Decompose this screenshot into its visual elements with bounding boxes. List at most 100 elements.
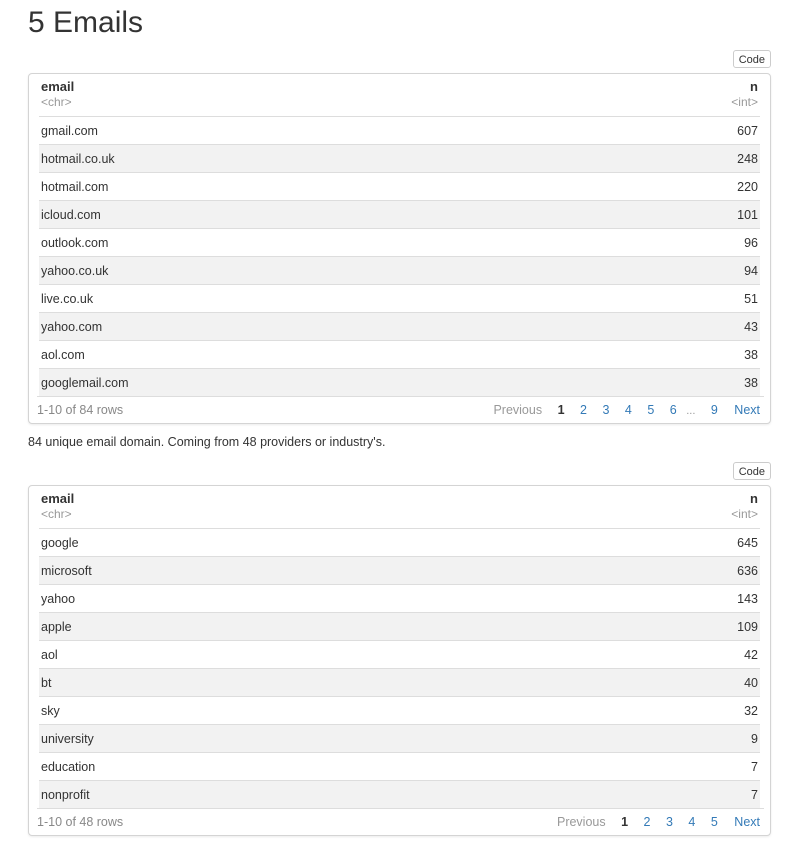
page-button[interactable]: 5 (647, 398, 654, 422)
table-body: google 645 microsoft 636 yahoo 143 apple 109 aol… (39, 528, 760, 808)
cell-n: 101 (578, 200, 760, 229)
cell-email: google (39, 528, 512, 557)
cell-n: 7 (511, 752, 760, 781)
cell-email: education (39, 752, 512, 781)
code-button[interactable]: Code (732, 462, 771, 480)
table-row: googlemail.com 38 (39, 368, 760, 396)
data-table-2: email n <chr> <int> google 645 microsoft 63… (39, 486, 760, 808)
cell-email: icloud.com (39, 200, 579, 229)
table-row: yahoo.co.uk 94 (39, 256, 760, 285)
table-row: yahoo.com 43 (39, 312, 760, 341)
page-ellipsis: ... (686, 405, 696, 417)
cell-n: 248 (578, 144, 760, 173)
cell-email: aol.com (39, 340, 579, 369)
table-footer: 1-10 of 48 rows Previous 1 2 3 4 5 Next (37, 808, 764, 835)
pagination: Previous 1 2 3 4 5 Next (545, 810, 760, 834)
rows-info: 1-10 of 48 rows (37, 815, 124, 829)
cell-n: 143 (511, 584, 760, 613)
cell-email: gmail.com (39, 116, 579, 145)
page-current[interactable]: 1 (621, 810, 628, 834)
page-button[interactable]: 4 (625, 398, 632, 422)
cell-email: sky (39, 696, 512, 725)
column-type-email: <chr> (39, 506, 512, 529)
cell-n: 38 (578, 368, 760, 396)
cell-email: yahoo.co.uk (39, 256, 579, 285)
column-type-email: <chr> (39, 94, 579, 117)
column-type-n: <int> (511, 506, 760, 529)
table-row: aol.com 38 (39, 340, 760, 369)
table-row: icloud.com 101 (39, 200, 760, 229)
cell-n: 38 (578, 340, 760, 369)
cell-email: apple (39, 612, 512, 641)
cell-email: live.co.uk (39, 284, 579, 313)
rows-info: 1-10 of 84 rows (37, 403, 124, 417)
previous-page-button[interactable]: Previous (557, 810, 606, 834)
table-row: nonprofit 7 (39, 780, 760, 808)
cell-email: microsoft (39, 556, 512, 585)
column-header-email[interactable]: email (39, 486, 511, 506)
cell-n: 32 (511, 696, 760, 725)
previous-page-button[interactable]: Previous (493, 398, 542, 422)
table-row: outlook.com 96 (39, 228, 760, 257)
cell-email: nonprofit (39, 780, 512, 808)
table-row: microsoft 636 (39, 556, 760, 585)
page-button-last[interactable]: 9 (711, 398, 718, 422)
table-row: yahoo 143 (39, 584, 760, 613)
table-row: aol 42 (39, 640, 760, 669)
cell-email: university (39, 724, 512, 753)
cell-n: 42 (511, 640, 760, 669)
pagination: Previous 1 2 3 4 5 6 ... 9 Next (481, 398, 760, 423)
table-row: education 7 (39, 752, 760, 781)
data-table-1: email n <chr> <int> gmail.com 607 hotmail.… (39, 74, 760, 396)
cell-n: 96 (578, 228, 760, 257)
cell-email: googlemail.com (39, 368, 579, 396)
table-row: apple 109 (39, 612, 760, 641)
cell-email: hotmail.com (39, 172, 579, 201)
page-button[interactable]: 4 (688, 810, 695, 834)
cell-n: 43 (578, 312, 760, 341)
cell-n: 220 (578, 172, 760, 201)
data-table-panel-1: email n <chr> <int> gmail.com 607 hotmail.… (28, 73, 771, 424)
table-body: gmail.com 607 hotmail.co.uk 248 hotmail.com 2… (39, 116, 760, 396)
cell-email: bt (39, 668, 512, 697)
table-row: hotmail.com 220 (39, 172, 760, 201)
cell-n: 645 (511, 528, 760, 557)
page-button[interactable]: 2 (644, 810, 651, 834)
page-button[interactable]: 6 (670, 398, 677, 422)
cell-n: 7 (511, 780, 760, 808)
page-current[interactable]: 1 (558, 398, 565, 422)
table-row: sky 32 (39, 696, 760, 725)
cell-n: 51 (578, 284, 760, 313)
code-button[interactable]: Code (732, 50, 771, 68)
page-button[interactable]: 2 (580, 398, 587, 422)
table-footer: 1-10 of 84 rows Previous 1 2 3 4 5 6 ...… (37, 396, 764, 423)
table-row: gmail.com 607 (39, 116, 760, 145)
page-button[interactable]: 5 (711, 810, 718, 834)
table-row: university 9 (39, 724, 760, 753)
table-row: live.co.uk 51 (39, 284, 760, 313)
table-row: bt 40 (39, 668, 760, 697)
column-header-n[interactable]: n (511, 486, 760, 506)
cell-n: 9 (511, 724, 760, 753)
cell-email: hotmail.co.uk (39, 144, 579, 173)
cell-email: outlook.com (39, 228, 579, 257)
table-row: hotmail.co.uk 248 (39, 144, 760, 173)
page-button[interactable]: 3 (602, 398, 609, 422)
cell-n: 94 (578, 256, 760, 285)
cell-n: 636 (511, 556, 760, 585)
page-button[interactable]: 3 (666, 810, 673, 834)
cell-email: yahoo (39, 584, 512, 613)
cell-n: 40 (511, 668, 760, 697)
column-header-n[interactable]: n (579, 74, 760, 94)
summary-text: 84 unique email domain. Coming from 48 p… (28, 435, 386, 449)
column-type-n: <int> (578, 94, 760, 117)
cell-n: 607 (578, 116, 760, 145)
column-header-email[interactable]: email (39, 74, 579, 94)
page-title: 5 Emails (28, 6, 144, 39)
next-page-button[interactable]: Next (734, 398, 760, 422)
table-row: google 645 (39, 528, 760, 557)
data-table-panel-2: email n <chr> <int> google 645 microsoft 63… (28, 485, 771, 836)
next-page-button[interactable]: Next (734, 810, 760, 834)
cell-email: aol (39, 640, 512, 669)
cell-n: 109 (511, 612, 760, 641)
